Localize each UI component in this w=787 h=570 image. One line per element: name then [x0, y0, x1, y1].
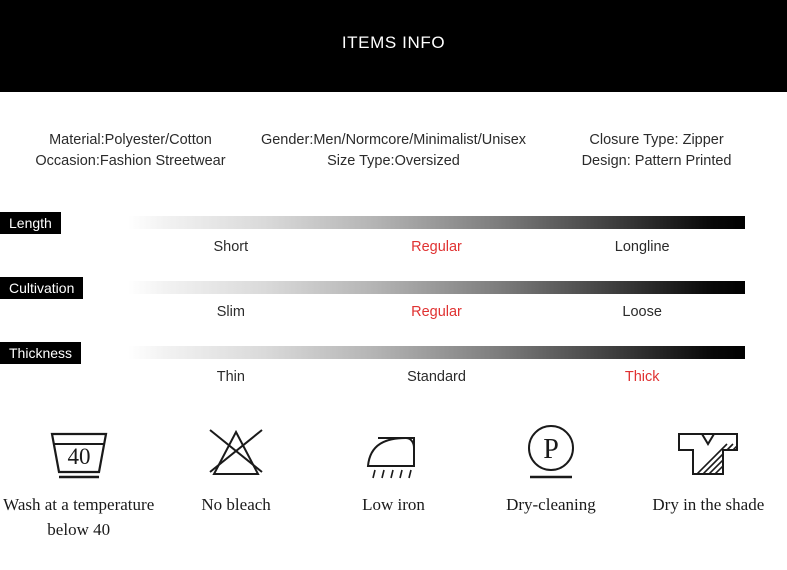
scale-labels-length: Short Regular Longline	[128, 239, 745, 255]
care-item-wash: 40 Wash at a temperature below 40	[0, 420, 157, 542]
care-caption-no-bleach: No bleach	[201, 495, 271, 514]
attribute-gender: Gender:Men/Normcore/Minimalist/Unisex	[260, 132, 527, 148]
care-caption-dry-in-shade: Dry in the shade	[652, 495, 765, 514]
scale-gradient-bar-cultivation	[128, 281, 745, 294]
care-caption-low-iron: Low iron	[362, 495, 425, 514]
attribute-closure-type: Closure Type: Zipper	[589, 132, 724, 148]
attribute-column-2: Gender:Men/Normcore/Minimalist/Unisex Si…	[261, 130, 526, 172]
scale-gradient-bar-length	[128, 216, 745, 229]
attribute-size-type: Size Type:Oversized	[327, 153, 460, 169]
attribute-column-1: Material:Polyester/Cotton Occasion:Fashi…	[0, 130, 261, 172]
no-bleach-triangle-crossed-icon	[200, 420, 272, 486]
attribute-info-row: Material:Polyester/Cotton Occasion:Fashi…	[0, 130, 787, 172]
scale-labels-cultivation: Slim Regular Loose	[128, 304, 745, 320]
scale-option-length-0[interactable]: Short	[128, 239, 334, 255]
attribute-design: Design: Pattern Printed	[581, 153, 732, 169]
scale-option-thickness-2[interactable]: Thick	[539, 369, 745, 385]
items-info-page: ITEMS INFO Material:Polyester/Cotton Occ…	[0, 0, 787, 570]
scale-option-thickness-0[interactable]: Thin	[128, 369, 334, 385]
header-banner: ITEMS INFO	[0, 0, 787, 92]
scale-option-length-1[interactable]: Regular	[334, 239, 540, 255]
scale-option-cultivation-2[interactable]: Loose	[539, 304, 745, 320]
dry-cleaning-circle-p-icon: P	[515, 420, 587, 486]
care-caption-wash: Wash at a temperature below 40	[3, 495, 155, 539]
care-caption-dry-cleaning: Dry-cleaning	[506, 495, 596, 514]
page-title: ITEMS INFO	[341, 33, 446, 52]
scale-option-thickness-1[interactable]: Standard	[334, 369, 540, 385]
attribute-material: Material:Polyester/Cotton	[49, 132, 212, 148]
scale-option-length-2[interactable]: Longline	[539, 239, 745, 255]
care-item-dry-in-shade: Dry in the shade	[630, 420, 787, 517]
attribute-occasion: Occasion:Fashion Streetwear	[35, 153, 226, 169]
care-item-no-bleach: No bleach	[157, 420, 314, 517]
scale-gradient-bar-thickness	[128, 346, 745, 359]
scale-option-cultivation-0[interactable]: Slim	[128, 304, 334, 320]
wash-temperature-value: 40	[67, 444, 90, 469]
scale-tag-cultivation: Cultivation	[0, 277, 84, 299]
attribute-column-3: Closure Type: Zipper Design: Pattern Pri…	[526, 130, 787, 172]
low-iron-icon	[356, 420, 432, 486]
dry-cleaning-code-value: P	[543, 434, 559, 465]
care-item-dry-cleaning: P Dry-cleaning	[472, 420, 629, 517]
scale-option-cultivation-1[interactable]: Regular	[334, 304, 540, 320]
dry-in-shade-tshirt-icon	[665, 420, 751, 486]
scale-labels-thickness: Thin Standard Thick	[128, 369, 745, 385]
wash-tub-40-icon: 40	[40, 420, 118, 486]
care-item-low-iron: Low iron	[315, 420, 472, 517]
scale-tag-length: Length	[0, 212, 61, 234]
scale-tag-thickness: Thickness	[0, 342, 82, 364]
care-instructions-row: 40 Wash at a temperature below 40 No ble…	[0, 420, 787, 542]
